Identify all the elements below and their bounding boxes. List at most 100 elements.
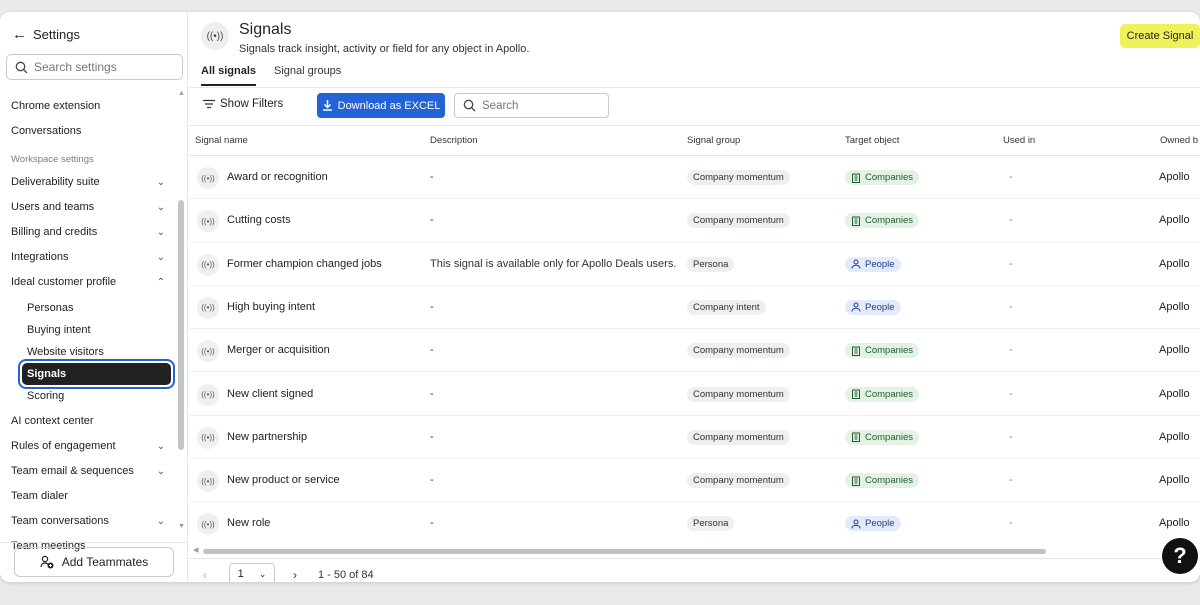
tab-all-signals[interactable]: All signals bbox=[201, 64, 257, 86]
table-row[interactable]: ((•)) New product or service - Company mome… bbox=[189, 459, 1200, 503]
signal-name[interactable]: Former champion changed jobs bbox=[227, 258, 382, 270]
scroll-left-icon[interactable]: ◀ bbox=[193, 546, 198, 554]
signal-group-badge: Company momentum bbox=[687, 473, 790, 489]
sidebar-item-deliverability-suite[interactable]: Deliverability suite ⌄ bbox=[11, 176, 166, 188]
sidebar-item-personas[interactable]: Personas bbox=[27, 302, 167, 314]
signal-description: - bbox=[430, 171, 434, 183]
sidebar-item-signals[interactable]: Signals bbox=[22, 363, 171, 385]
next-page-button[interactable]: › bbox=[293, 568, 297, 582]
filter-icon bbox=[203, 99, 215, 109]
add-teammates-label: Add Teammates bbox=[61, 555, 149, 569]
table-row[interactable]: ((•)) Cutting costs - Company momentum Compa… bbox=[189, 199, 1200, 243]
signal-name[interactable]: Cutting costs bbox=[227, 214, 291, 226]
sidebar-item-users-and-teams[interactable]: Users and teams ⌄ bbox=[11, 201, 166, 213]
scroll-up-icon[interactable]: ▲ bbox=[178, 90, 185, 97]
sidebar-item-ideal-customer-profile[interactable]: Ideal customer profile ⌃ bbox=[11, 276, 166, 288]
target-object-badge: People bbox=[845, 516, 901, 532]
building-icon bbox=[852, 476, 860, 486]
signal-description: - bbox=[430, 430, 434, 443]
signal-name[interactable]: Award or recognition bbox=[227, 171, 328, 183]
signals-table-body: ((•)) Award or recognition - Company moment… bbox=[189, 156, 1200, 538]
sidebar-nav: Chrome extension Conversations Workspace… bbox=[0, 84, 176, 552]
sidebar-item-chrome-extension[interactable]: Chrome extension bbox=[11, 100, 166, 112]
signals-search[interactable] bbox=[454, 93, 609, 118]
sidebar-item-label: Personas bbox=[27, 302, 74, 314]
building-icon bbox=[852, 216, 860, 226]
column-header-used-in[interactable]: Used in bbox=[1003, 135, 1035, 146]
chevron-down-icon: ⌄ bbox=[258, 568, 267, 579]
sidebar-item-ai-context-center[interactable]: AI context center bbox=[11, 415, 166, 427]
column-header-description[interactable]: Description bbox=[430, 135, 478, 146]
previous-page-button[interactable]: ‹ bbox=[203, 568, 207, 582]
table-header: Signal name Description Signal group Tar… bbox=[189, 126, 1200, 156]
sidebar-scrollbar[interactable] bbox=[178, 200, 184, 450]
sidebar-item-label: Rules of engagement bbox=[11, 440, 116, 452]
signal-description: - bbox=[430, 517, 434, 530]
back-to-settings-button[interactable]: ← Settings bbox=[12, 26, 80, 43]
signal-name[interactable]: New role bbox=[227, 517, 270, 529]
signal-name[interactable]: New partnership bbox=[227, 431, 307, 443]
building-icon bbox=[852, 389, 860, 399]
sidebar-item-integrations[interactable]: Integrations ⌄ bbox=[11, 251, 166, 263]
building-icon bbox=[852, 173, 860, 183]
settings-sidebar: ← Settings Chrome extension Conversation… bbox=[0, 12, 188, 582]
table-row[interactable]: ((•)) New partnership - Company momentum Com… bbox=[189, 416, 1200, 460]
scroll-down-icon[interactable]: ▼ bbox=[178, 523, 185, 530]
sidebar-item-label: Billing and credits bbox=[11, 226, 98, 238]
signals-search-input[interactable] bbox=[482, 99, 592, 112]
table-row[interactable]: ((•)) Former champion changed jobs This si… bbox=[189, 243, 1200, 286]
signal-icon: ((•)) bbox=[197, 296, 219, 319]
sidebar-item-scoring[interactable]: Scoring bbox=[27, 390, 167, 402]
signal-tabs: All signals Signal groups bbox=[201, 64, 359, 86]
tab-signal-groups[interactable]: Signal groups bbox=[274, 64, 341, 86]
target-object-label: People bbox=[865, 301, 895, 313]
sidebar-item-team-email-sequences[interactable]: Team email & sequences ⌄ bbox=[11, 465, 166, 477]
owned-by-value: Apollo bbox=[1159, 171, 1190, 183]
sidebar-item-website-visitors[interactable]: Website visitors bbox=[27, 346, 167, 358]
sidebar-item-buying-intent[interactable]: Buying intent bbox=[27, 324, 167, 336]
sidebar-item-conversations[interactable]: Conversations bbox=[11, 125, 166, 137]
chevron-down-icon: ⌄ bbox=[156, 226, 166, 238]
column-header-owned-by[interactable]: Owned b bbox=[1160, 135, 1198, 146]
used-in-value: - bbox=[1009, 430, 1013, 443]
table-row[interactable]: ((•)) High buying intent - Company intent Pe… bbox=[189, 286, 1200, 330]
column-header-signal-group[interactable]: Signal group bbox=[687, 135, 740, 146]
table-toolbar: Show Filters Download as EXCEL bbox=[189, 92, 1200, 122]
search-icon bbox=[15, 61, 28, 73]
signal-name[interactable]: Merger or acquisition bbox=[227, 344, 330, 356]
download-excel-button[interactable]: Download as EXCEL bbox=[317, 93, 445, 118]
sidebar-item-team-dialer[interactable]: Team dialer bbox=[11, 490, 166, 502]
chevron-up-icon: ⌃ bbox=[156, 276, 166, 288]
create-signal-button[interactable]: Create Signal bbox=[1120, 24, 1200, 48]
owned-by-value: Apollo bbox=[1159, 430, 1190, 443]
horizontal-scroll-thumb[interactable] bbox=[203, 549, 1046, 554]
signal-name[interactable]: New client signed bbox=[227, 388, 313, 400]
sidebar-item-billing-and-credits[interactable]: Billing and credits ⌄ bbox=[11, 226, 166, 238]
download-label: Download as EXCEL bbox=[337, 99, 441, 112]
column-header-signal-name[interactable]: Signal name bbox=[195, 135, 248, 146]
signal-name[interactable]: New product or service bbox=[227, 474, 340, 486]
table-row[interactable]: ((•)) Award or recognition - Company moment… bbox=[189, 156, 1200, 200]
column-header-target-object[interactable]: Target object bbox=[845, 135, 899, 146]
horizontal-scrollbar[interactable]: ◀ bbox=[189, 546, 1200, 556]
sidebar-item-team-conversations[interactable]: Team conversations ⌄ bbox=[11, 515, 166, 527]
used-in-value: - bbox=[1009, 257, 1013, 270]
show-filters-button[interactable]: Show Filters bbox=[203, 98, 283, 110]
help-button[interactable]: ? bbox=[1162, 538, 1198, 574]
signal-group-badge: Persona bbox=[687, 516, 735, 532]
used-in-value: - bbox=[1009, 344, 1013, 357]
table-row[interactable]: ((•)) New client signed - Company momentum C… bbox=[189, 373, 1200, 416]
arrow-left-icon: ← bbox=[12, 26, 27, 43]
add-teammates-button[interactable]: Add Teammates bbox=[14, 547, 174, 577]
table-row[interactable]: ((•)) New role - Persona People - Apollo bbox=[189, 502, 1200, 538]
owned-by-value: Apollo bbox=[1159, 517, 1190, 530]
owned-by-value: Apollo bbox=[1159, 344, 1190, 357]
settings-search-input[interactable] bbox=[34, 60, 174, 74]
building-icon bbox=[852, 346, 860, 356]
table-row[interactable]: ((•)) Merger or acquisition - Company momen… bbox=[189, 329, 1200, 373]
sidebar-item-rules-of-engagement[interactable]: Rules of engagement ⌄ bbox=[11, 440, 166, 452]
signal-name[interactable]: High buying intent bbox=[227, 301, 315, 313]
page-select[interactable]: 1 ⌄ bbox=[229, 563, 275, 582]
settings-search[interactable] bbox=[6, 54, 183, 80]
building-icon bbox=[852, 432, 860, 443]
